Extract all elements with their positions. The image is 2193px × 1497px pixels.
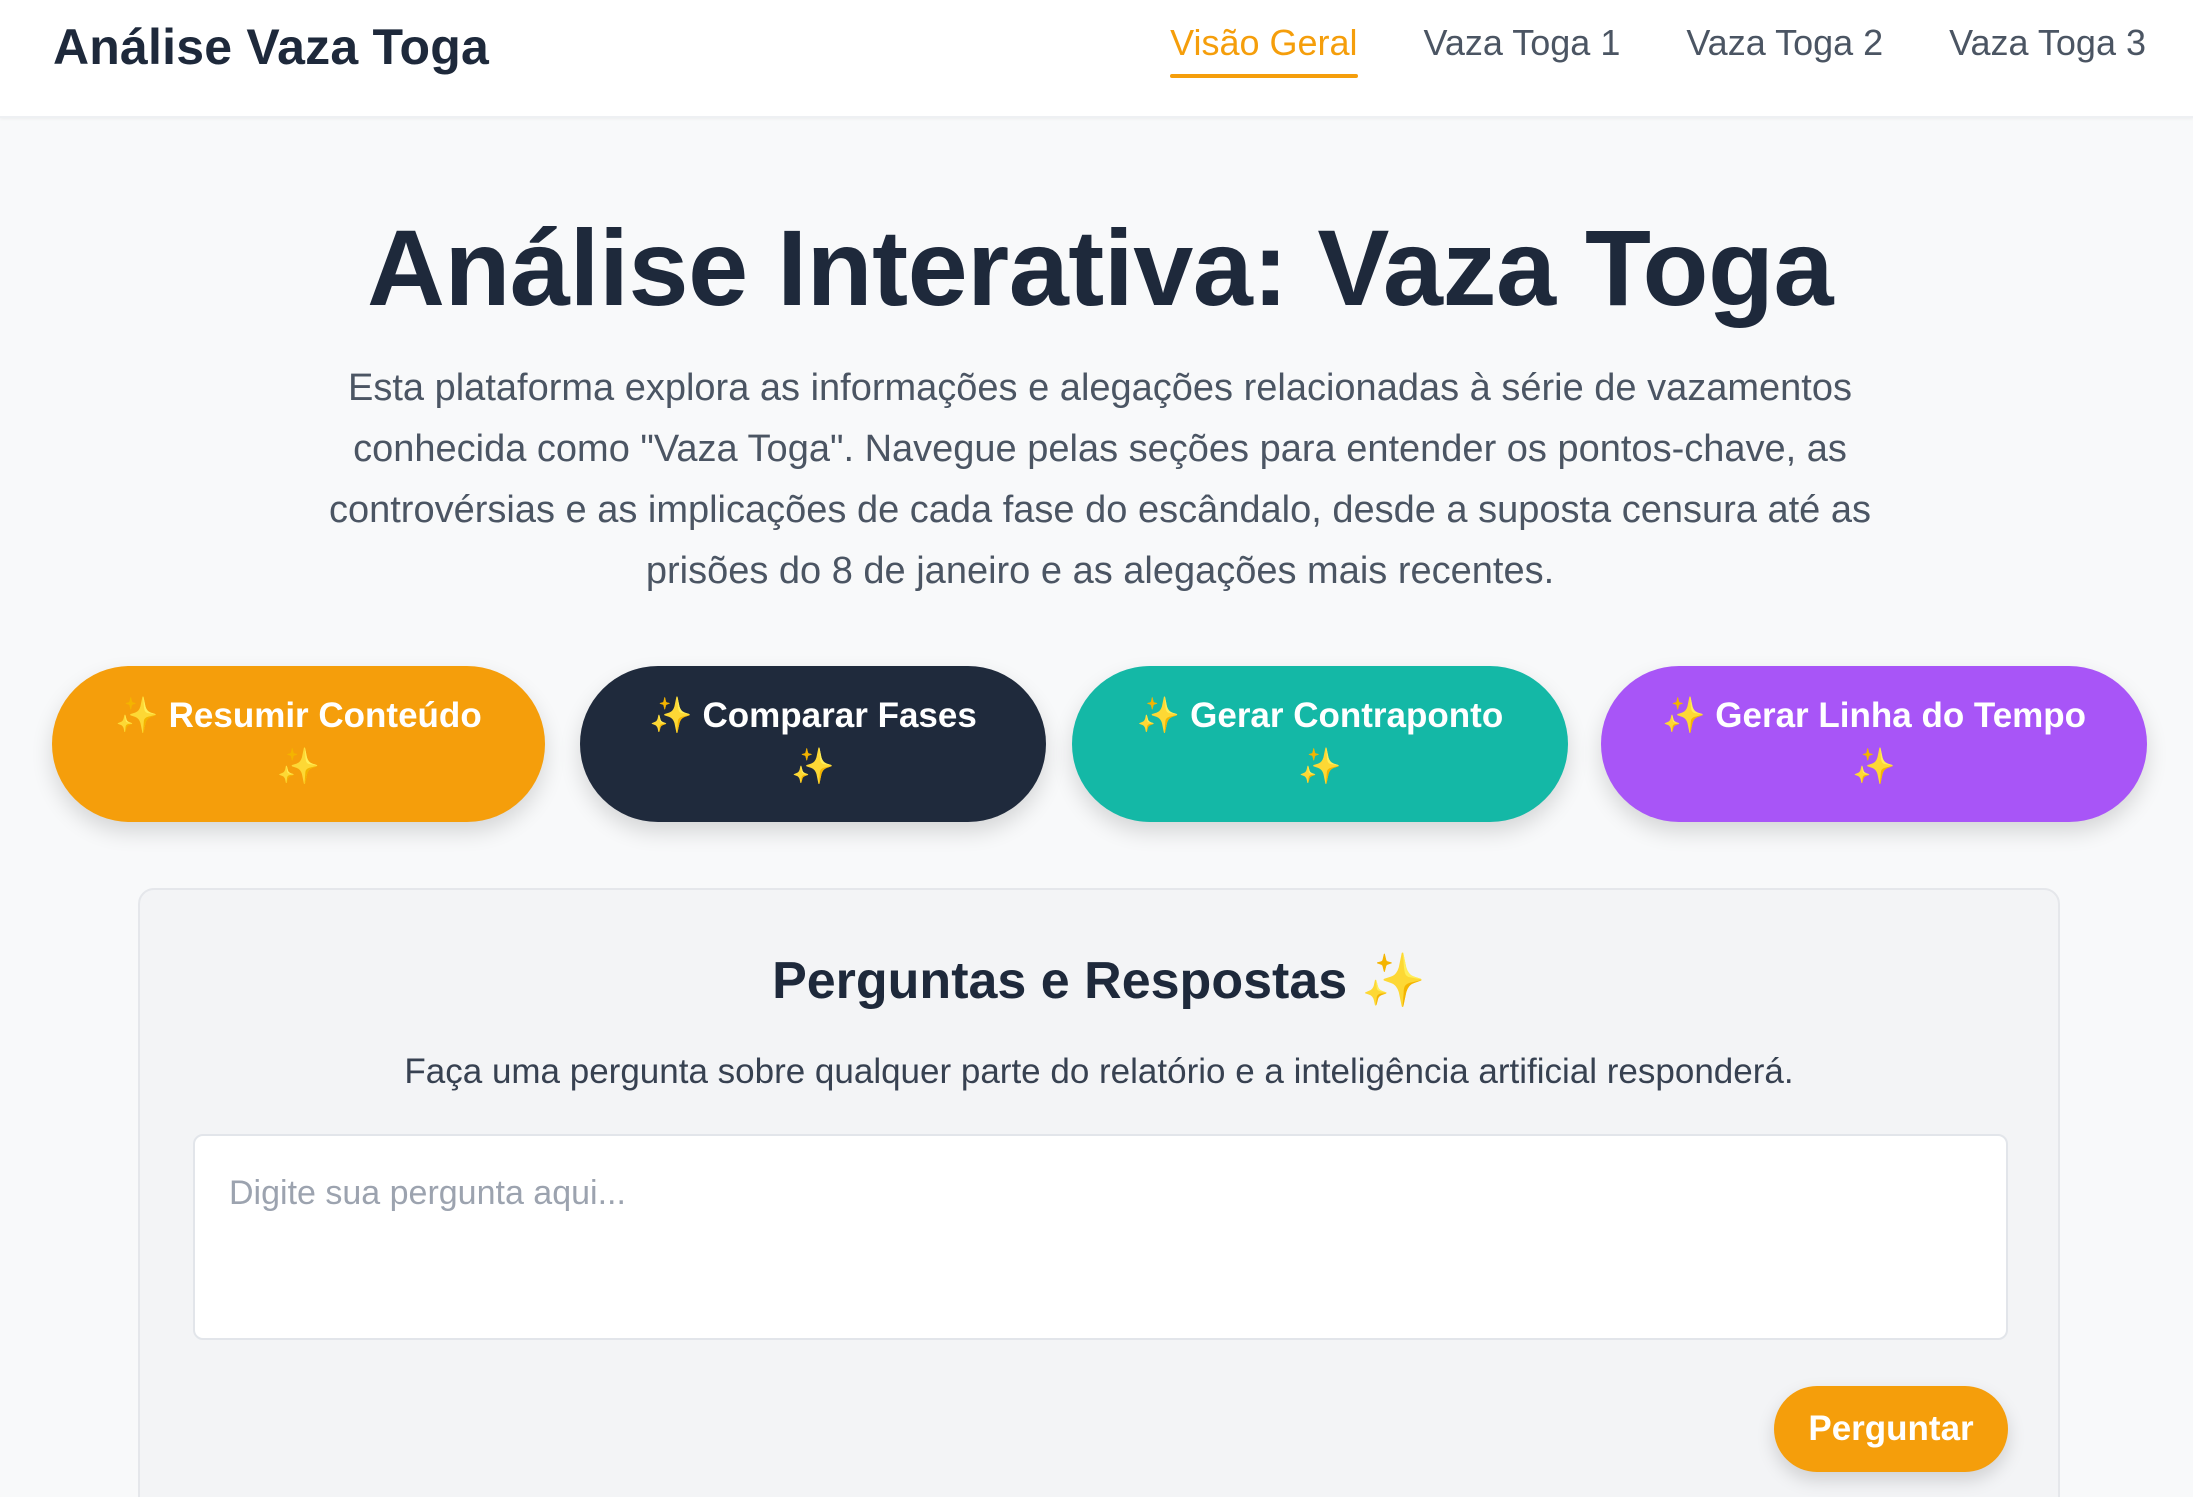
qa-subtitle: Faça uma pergunta sobre qualquer parte d…	[404, 1052, 1794, 1091]
sparkles-icon: ✨	[1136, 696, 1181, 735]
nav-tab-vaza-toga-3[interactable]: Vaza Toga 3	[1949, 18, 2146, 78]
sparkles-icon: ✨	[649, 696, 693, 735]
compare-phases-button-label: Comparar Fases	[702, 696, 977, 735]
sparkles-icon: ✨	[1361, 952, 1426, 1010]
sparkles-icon: ✨	[791, 747, 835, 786]
ai-actions-row: ✨ Resumir Conteúdo ✨ ✨ Comparar Fases ✨ …	[52, 666, 2147, 822]
nav-tab-vaza-toga-1[interactable]: Vaza Toga 1	[1424, 18, 1621, 78]
page-description: Esta plataforma explora as informações e…	[328, 367, 1872, 592]
summarize-button-label: Resumir Conteúdo	[168, 696, 482, 735]
question-input[interactable]	[193, 1134, 2008, 1340]
qa-section: Perguntas e Respostas ✨ Faça uma pergunta…	[138, 888, 2060, 1497]
brand-title[interactable]: Análise Vaza Toga	[53, 18, 489, 76]
top-navbar: Análise Vaza Toga Visão Geral Vaza Toga …	[0, 0, 2193, 118]
page-title: Análise Interativa: Vaza Toga	[366, 207, 1834, 328]
sparkles-icon: ✨	[1852, 747, 1896, 786]
qa-title-text: Perguntas e Respostas	[772, 952, 1348, 1010]
main-nav: Visão Geral Vaza Toga 1 Vaza Toga 2 Vaza…	[1104, 18, 2146, 78]
counterpoint-button-label: Gerar Contraponto	[1190, 696, 1504, 735]
summarize-button[interactable]: ✨ Resumir Conteúdo ✨	[52, 666, 545, 822]
ask-button[interactable]: Perguntar	[1774, 1386, 2008, 1472]
timeline-button-label: Gerar Linha do Tempo	[1715, 696, 2087, 735]
counterpoint-button[interactable]: ✨ Gerar Contraponto ✨	[1072, 666, 1568, 822]
sparkles-icon: ✨	[1661, 696, 1706, 735]
timeline-button[interactable]: ✨ Gerar Linha do Tempo ✨	[1601, 666, 2147, 822]
compare-phases-button[interactable]: ✨ Comparar Fases ✨	[580, 666, 1046, 822]
sparkles-icon: ✨	[115, 696, 159, 735]
nav-tab-visao-geral[interactable]: Visão Geral	[1170, 18, 1358, 78]
nav-tab-vaza-toga-2[interactable]: Vaza Toga 2	[1686, 18, 1883, 78]
sparkles-icon: ✨	[276, 747, 321, 786]
qa-title: Perguntas e Respostas ✨	[140, 950, 2058, 1011]
sparkles-icon: ✨	[1298, 747, 1342, 786]
